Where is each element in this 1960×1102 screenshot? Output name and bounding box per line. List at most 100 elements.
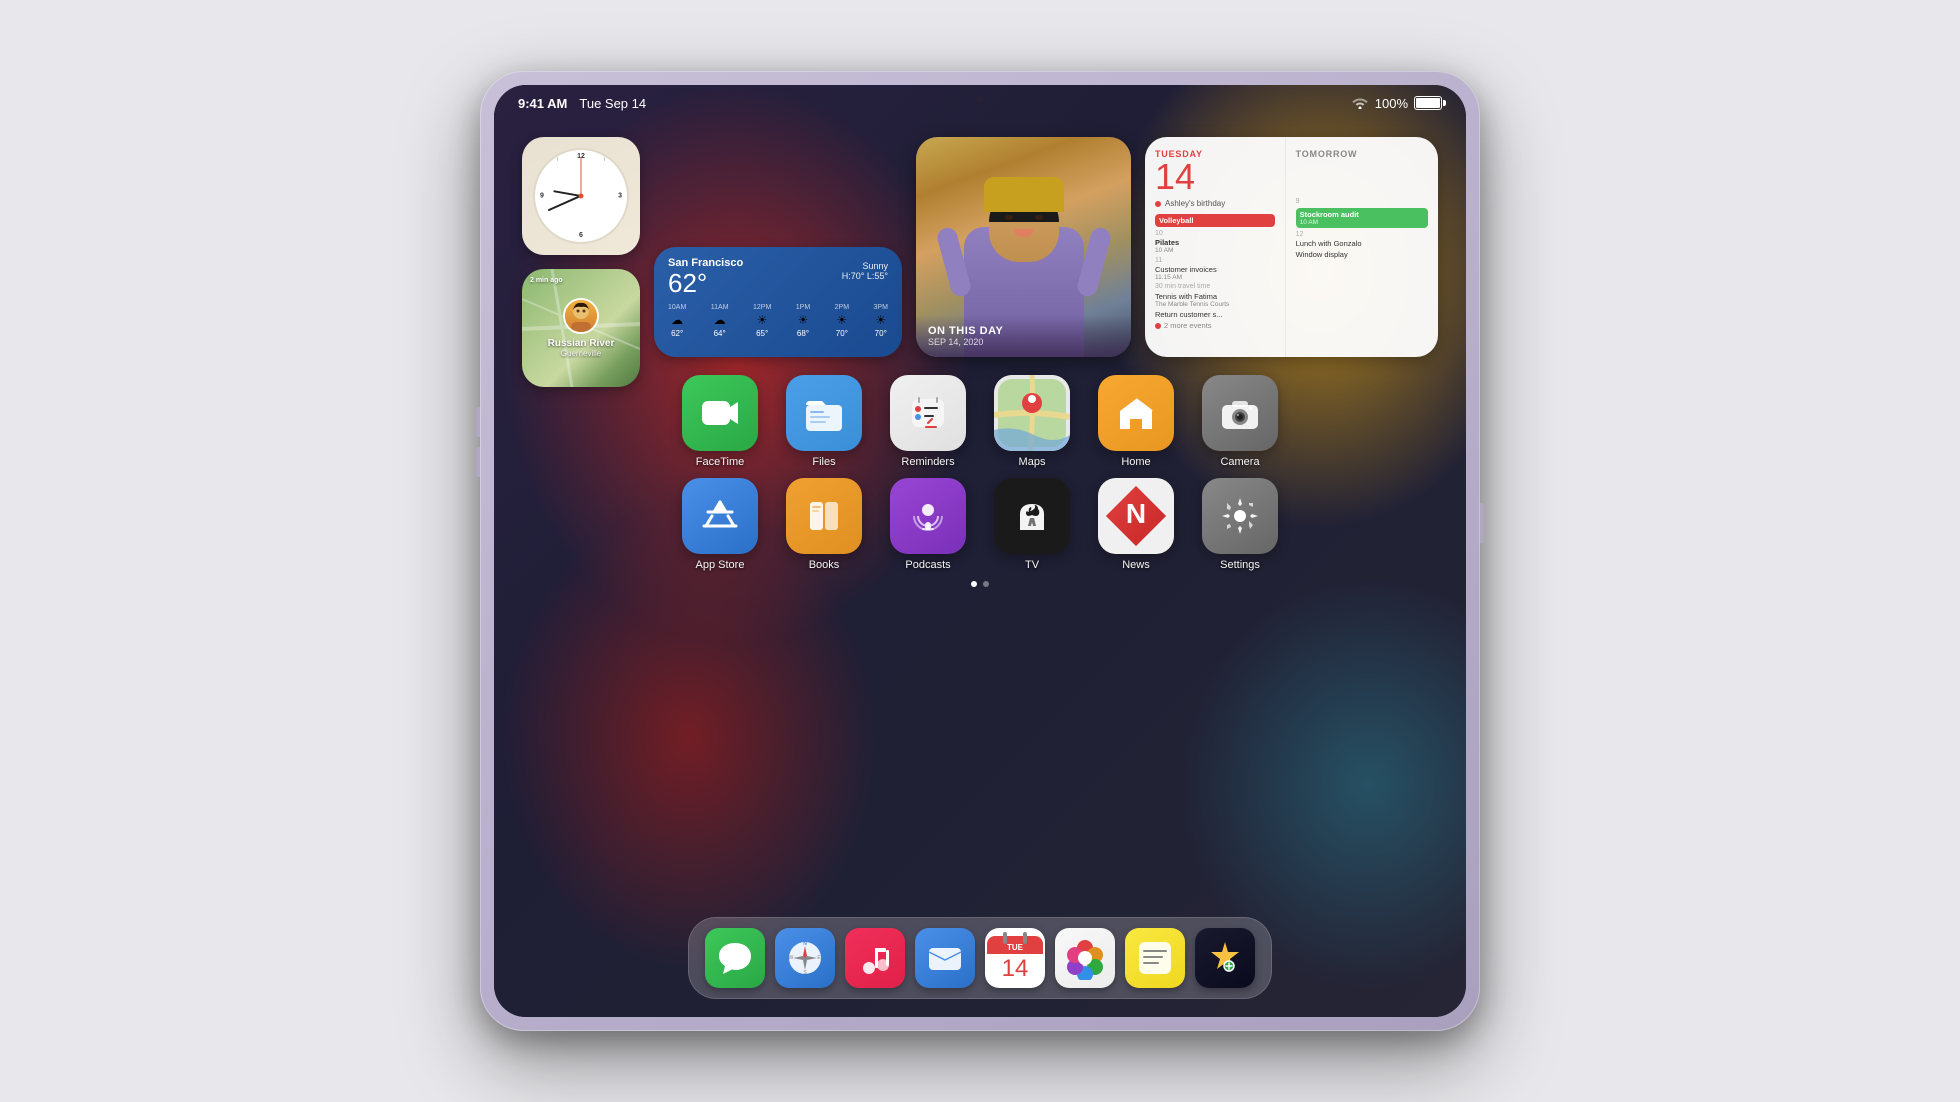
- cal-event-tennis[interactable]: Tennis with Fatima The Marble Tennis Cou…: [1155, 292, 1275, 308]
- app-row-2: App Store Books: [522, 478, 1438, 571]
- maps-widget-content: 2 min ago: [522, 269, 640, 387]
- clock-3: 3: [618, 193, 622, 200]
- dock-music[interactable]: [845, 928, 905, 988]
- calendar-today-col: TUESDAY 14 Ashley's birthday Volleyball …: [1145, 137, 1286, 357]
- tv-icon: [994, 478, 1070, 554]
- app-camera[interactable]: Camera: [1202, 375, 1278, 468]
- calendar-tomorrow-label: TOMORROW: [1296, 149, 1428, 159]
- page-dots: [522, 581, 1438, 587]
- app-label-camera: Camera: [1220, 456, 1259, 468]
- cal-event-lunch[interactable]: Lunch with Gonzalo: [1296, 239, 1428, 248]
- front-camera: [976, 95, 984, 103]
- cal-event-stockroom[interactable]: Stockroom audit 10 AM: [1296, 208, 1428, 228]
- weather-high-low: H:70° L:55°: [842, 271, 888, 281]
- reminders-icon: [890, 375, 966, 451]
- app-news[interactable]: N News: [1098, 478, 1174, 571]
- app-label-maps: Maps: [1019, 456, 1046, 468]
- small-widgets-col: 12 3 6 9: [522, 137, 640, 357]
- cal-event-window[interactable]: Window display: [1296, 250, 1428, 259]
- dock: N S E W: [688, 917, 1272, 999]
- dock-safari[interactable]: N S E W: [775, 928, 835, 988]
- app-settings[interactable]: Settings: [1202, 478, 1278, 571]
- maps-time-ago: 2 min ago: [530, 277, 563, 284]
- home-icon: [1098, 375, 1174, 451]
- camera-icon: [1202, 375, 1278, 451]
- clock-widget[interactable]: 12 3 6 9: [522, 137, 640, 255]
- page-dot-2[interactable]: [983, 581, 989, 587]
- ipad-device: 9:41 AM Tue Sep 14 100%: [480, 71, 1480, 1031]
- maps-location-widget[interactable]: 2 min ago: [522, 269, 640, 387]
- arcade-dock-icon: [1195, 928, 1255, 988]
- photos-widget[interactable]: ON THIS DAY SEP 14, 2020: [916, 137, 1131, 357]
- app-facetime[interactable]: FaceTime: [682, 375, 758, 468]
- app-maps[interactable]: Maps: [994, 375, 1070, 468]
- calendar-birthday: Ashley's birthday: [1155, 199, 1275, 208]
- home-screen-content: 12 3 6 9: [494, 121, 1466, 1017]
- cal-event-invoices[interactable]: Customer invoices 11:15 AM: [1155, 265, 1275, 281]
- photos-dock-icon-el: [1055, 928, 1115, 988]
- clock-minute-hand: [548, 195, 581, 211]
- battery-icon: [1414, 96, 1442, 110]
- app-label-books: Books: [809, 559, 840, 571]
- cal-event-return[interactable]: Return customer s...: [1155, 310, 1275, 319]
- maps-app-icon: [994, 375, 1070, 451]
- app-podcasts[interactable]: Podcasts: [890, 478, 966, 571]
- news-icon: N: [1098, 478, 1174, 554]
- dock-notes[interactable]: [1125, 928, 1185, 988]
- volume-up-button[interactable]: [476, 407, 480, 437]
- dock-calendar[interactable]: TUE 14: [985, 928, 1045, 988]
- weather-widget[interactable]: San Francisco 62° Sunny H:70° L:55°: [654, 247, 902, 357]
- svg-text:N: N: [803, 941, 807, 947]
- calendar-widget[interactable]: TUESDAY 14 Ashley's birthday Volleyball …: [1145, 137, 1438, 357]
- app-label-home: Home: [1121, 456, 1150, 468]
- volume-down-button[interactable]: [476, 447, 480, 477]
- status-time: 9:41 AM: [518, 96, 567, 111]
- clock-center: [579, 194, 584, 199]
- clock-second-hand: [581, 158, 582, 196]
- calendar-tomorrow-col: TOMORROW 9 Stockroom audit 10 AM 12: [1286, 137, 1438, 357]
- books-icon: [786, 478, 862, 554]
- maps-location-name: Russian River: [548, 338, 615, 349]
- facetime-icon: [682, 375, 758, 451]
- weather-hour-10am: 10AM ☁ 62°: [668, 304, 686, 338]
- cal-event-pilates[interactable]: Pilates 10 AM: [1155, 238, 1275, 254]
- cal-event-volleyball[interactable]: Volleyball: [1155, 214, 1275, 227]
- dock-mail[interactable]: [915, 928, 975, 988]
- notes-dock-icon: [1125, 928, 1185, 988]
- page-dot-1[interactable]: [971, 581, 977, 587]
- app-home[interactable]: Home: [1098, 375, 1174, 468]
- dock-messages[interactable]: [705, 928, 765, 988]
- app-files[interactable]: Files: [786, 375, 862, 468]
- app-tv[interactable]: TV: [994, 478, 1070, 571]
- app-label-podcasts: Podcasts: [905, 559, 950, 571]
- side-button[interactable]: [1480, 503, 1484, 543]
- cal-event-travel: 30 min travel time: [1155, 283, 1275, 290]
- app-books[interactable]: Books: [786, 478, 862, 571]
- app-label-settings: Settings: [1220, 559, 1260, 571]
- calendar-today-num: 14: [1155, 159, 1275, 195]
- mail-dock-icon: [915, 928, 975, 988]
- app-appstore[interactable]: App Store: [682, 478, 758, 571]
- battery-percent: 100%: [1375, 96, 1408, 111]
- status-right: 100%: [1351, 95, 1442, 112]
- appstore-icon: [682, 478, 758, 554]
- status-left: 9:41 AM Tue Sep 14: [518, 96, 646, 111]
- dock-arcade[interactable]: [1195, 928, 1255, 988]
- app-reminders[interactable]: Reminders: [890, 375, 966, 468]
- cal-more-events: 2 more events: [1155, 321, 1275, 330]
- calendar-dock-icon: TUE 14: [985, 928, 1045, 988]
- clock-6: 6: [579, 232, 583, 239]
- messages-dock-icon: [705, 928, 765, 988]
- battery-fill: [1416, 98, 1440, 108]
- ipad-screen: 9:41 AM Tue Sep 14 100%: [494, 85, 1466, 1017]
- birthday-dot: [1155, 201, 1161, 207]
- weather-hour-11am: 11AM ☁ 64°: [711, 304, 729, 338]
- dock-photos[interactable]: [1055, 928, 1115, 988]
- weather-hour-2pm: 2PM ☀ 70°: [835, 304, 849, 338]
- weather-hour-3pm: 3PM ☀ 70°: [874, 304, 888, 338]
- clock-face: 12 3 6 9: [533, 148, 629, 244]
- podcasts-icon: [890, 478, 966, 554]
- files-icon: [786, 375, 862, 451]
- app-label-reminders: Reminders: [901, 456, 954, 468]
- photos-date: SEP 14, 2020: [928, 337, 1119, 347]
